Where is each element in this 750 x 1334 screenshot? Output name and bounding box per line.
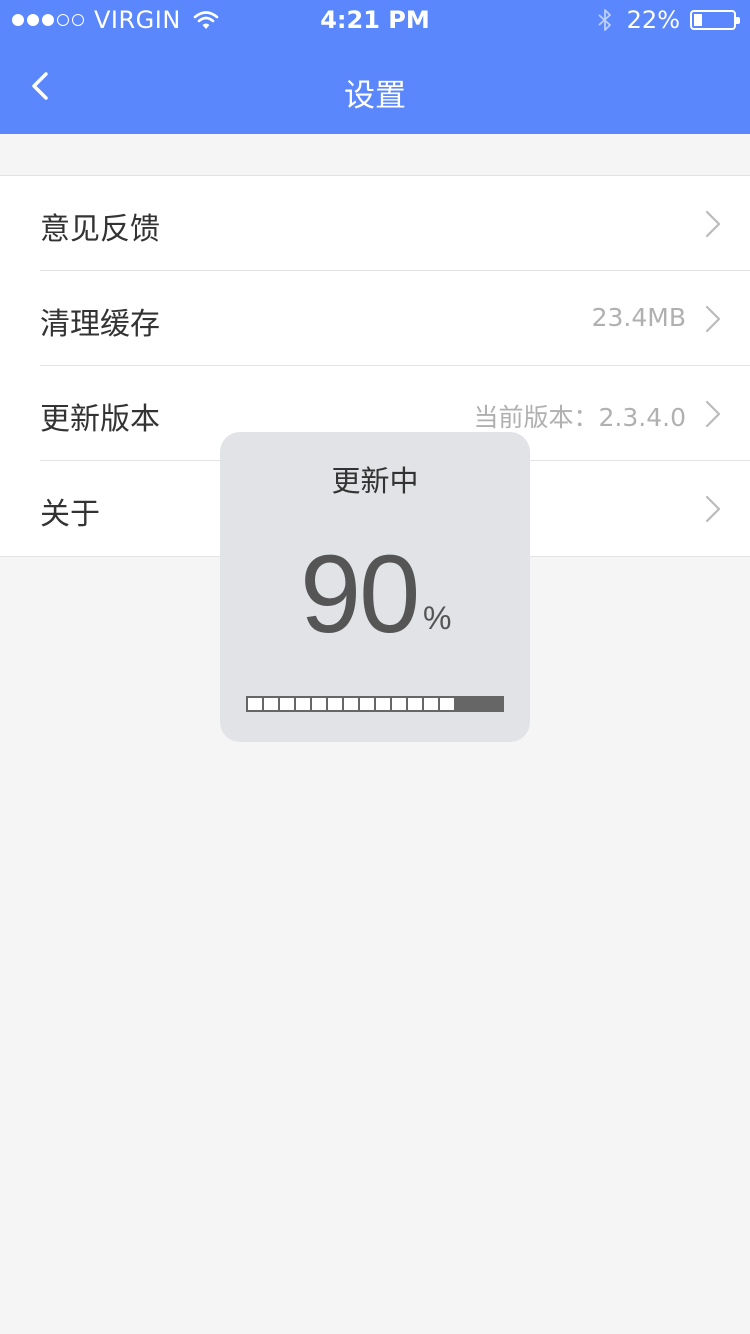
progress-segment — [392, 698, 406, 710]
update-percent-unit: % — [423, 600, 452, 636]
battery-icon — [690, 10, 740, 30]
status-right: 22% — [597, 6, 740, 34]
settings-item-label: 清理缓存 — [40, 307, 160, 342]
update-progress-segments — [248, 698, 454, 710]
progress-segment — [408, 698, 422, 710]
progress-segment — [280, 698, 294, 710]
progress-segment — [424, 698, 438, 710]
progress-segment — [360, 698, 374, 710]
update-progress-dialog: 更新中 90 % — [220, 432, 530, 742]
progress-segment — [376, 698, 390, 710]
bluetooth-icon — [598, 9, 611, 31]
navigation-bar: 设置 — [0, 40, 750, 134]
update-dialog-title: 更新中 — [331, 464, 419, 498]
chevron-right-icon — [705, 400, 721, 428]
settings-item-label: 意见反馈 — [40, 212, 160, 247]
settings-item-label: 关于 — [40, 497, 100, 532]
page-title: 设置 — [344, 78, 406, 114]
header: VIRGIN 4:21 PM 22% 设置 — [0, 0, 750, 134]
chevron-right-icon — [705, 495, 721, 523]
progress-segment — [344, 698, 358, 710]
progress-segment — [312, 698, 326, 710]
settings-item-feedback[interactable]: 意见反馈 — [40, 176, 750, 271]
battery-level — [694, 14, 702, 26]
progress-segment — [296, 698, 310, 710]
status-bar: VIRGIN 4:21 PM 22% — [0, 0, 750, 40]
settings-item-clear-cache[interactable]: 清理缓存 23.4MB — [40, 271, 750, 366]
chevron-right-icon — [705, 305, 721, 333]
progress-segment — [248, 698, 262, 710]
battery-percent: 22% — [626, 6, 680, 34]
progress-segment — [328, 698, 342, 710]
update-progress-bar — [246, 696, 504, 712]
cache-size-value: 23.4MB — [591, 303, 686, 332]
progress-segment — [264, 698, 278, 710]
settings-screen: VIRGIN 4:21 PM 22% 设置 意见反馈 清理缓存 23.4MB 更… — [0, 0, 750, 1334]
update-percent-value: 90 — [300, 533, 420, 656]
progress-segment — [440, 698, 454, 710]
settings-item-label: 更新版本 — [40, 402, 160, 437]
chevron-right-icon — [705, 210, 721, 238]
current-version-value: 当前版本：2.3.4.0 — [473, 403, 686, 432]
